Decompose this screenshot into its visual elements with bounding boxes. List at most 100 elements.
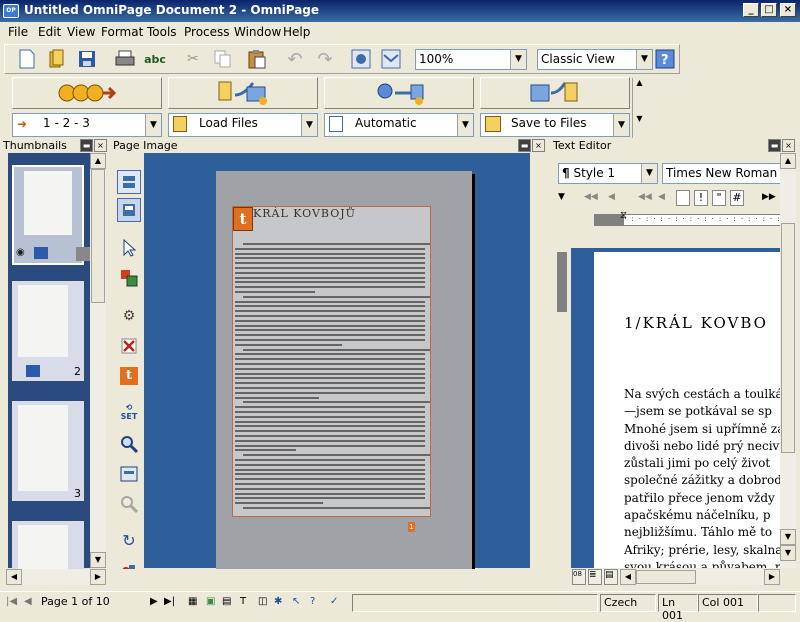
restore-icon[interactable]: ▬ bbox=[518, 139, 531, 152]
next-page-icon[interactable]: ▼ bbox=[780, 545, 796, 561]
cut-icon[interactable]: ✂ bbox=[181, 47, 205, 71]
text-layout-icon[interactable]: ▤ bbox=[222, 596, 231, 607]
chevron-down-icon[interactable]: ▼ bbox=[301, 114, 317, 136]
char-quote[interactable]: " bbox=[712, 190, 726, 206]
thumbnail-page-3[interactable]: 3 bbox=[12, 401, 84, 501]
flowing-view-icon[interactable]: ≣ bbox=[588, 569, 602, 585]
chevron-down-icon[interactable]: ▼ bbox=[145, 114, 161, 136]
restore-icon[interactable]: ▬ bbox=[80, 139, 93, 152]
chevron-down-icon[interactable]: ▼ bbox=[641, 164, 657, 183]
scroll-left-icon[interactable]: ◀ bbox=[620, 569, 636, 585]
char-hash[interactable]: # bbox=[730, 190, 744, 206]
redo-icon[interactable]: ↷ bbox=[313, 47, 337, 71]
close-button[interactable]: × bbox=[780, 3, 796, 17]
text-editor-hscroll[interactable]: 08 ≣ ▤ ◀ ▶ bbox=[572, 569, 780, 585]
thumbnail-page-2[interactable]: 2 bbox=[12, 281, 84, 381]
scroll-right-icon[interactable]: ▶ bbox=[764, 569, 780, 585]
chevron-down-icon[interactable]: ▼ bbox=[457, 114, 473, 136]
prev-char-icon[interactable]: ◀ bbox=[658, 192, 665, 202]
menu-view[interactable]: View bbox=[67, 25, 95, 39]
save-to-files-button[interactable] bbox=[480, 77, 630, 109]
scroll-down-icon[interactable]: ▼ bbox=[90, 552, 106, 568]
scroll-thumb[interactable] bbox=[781, 223, 795, 453]
text-editor-page[interactable]: 1/KRÁL KOVBO Na svých cestách a toulkách… bbox=[594, 252, 780, 568]
layout-view-icon[interactable] bbox=[117, 170, 141, 194]
menu-process[interactable]: Process bbox=[184, 25, 230, 39]
thumbnail-page-1[interactable]: ◉ bbox=[12, 165, 106, 265]
workflow-select[interactable]: ➜ 1 - 2 - 3 ▼ bbox=[12, 113, 162, 137]
rotate-icon[interactable]: ↻ bbox=[117, 528, 141, 552]
start-workflow-button[interactable] bbox=[12, 77, 162, 109]
zone-type-badge[interactable]: t bbox=[233, 207, 253, 231]
chevron-down-icon[interactable]: ▼ bbox=[613, 114, 629, 136]
image-icon[interactable]: ▣ bbox=[206, 596, 215, 607]
true-page-view-icon[interactable]: ▤ bbox=[604, 569, 618, 585]
menu-window[interactable]: Window bbox=[234, 25, 281, 39]
menu-file[interactable]: File bbox=[8, 25, 28, 39]
scroll-thumb[interactable] bbox=[636, 570, 696, 584]
pointer-icon[interactable] bbox=[117, 236, 141, 260]
zone-view-icon[interactable] bbox=[117, 198, 141, 222]
layout-icon[interactable]: ▦ bbox=[188, 596, 197, 607]
text-editor-vscroll[interactable]: ▲ ▼ ▼ bbox=[780, 153, 796, 568]
minimize-button[interactable]: _ bbox=[743, 3, 759, 17]
chevron-down-icon[interactable]: ▼ bbox=[636, 50, 652, 69]
scroll-up-icon[interactable]: ▲ bbox=[90, 153, 106, 169]
load-image-icon[interactable] bbox=[45, 47, 69, 71]
settings-gear-icon[interactable]: ⚙ bbox=[117, 304, 141, 328]
help-icon[interactable]: ? bbox=[653, 47, 677, 71]
next-page-icon[interactable]: ▶ bbox=[150, 596, 158, 607]
menu-edit[interactable]: Edit bbox=[38, 25, 61, 39]
check-icon[interactable]: ✓ bbox=[330, 596, 338, 607]
new-document-icon[interactable] bbox=[15, 47, 39, 71]
draw-zone-icon[interactable] bbox=[117, 266, 141, 290]
text-zone-icon[interactable]: t bbox=[117, 364, 141, 388]
mail-icon[interactable] bbox=[379, 47, 403, 71]
next-icon[interactable]: ▶▶ bbox=[762, 192, 776, 202]
delete-zone-icon[interactable] bbox=[117, 334, 141, 358]
zoom-icon[interactable] bbox=[117, 432, 141, 456]
first-icon[interactable]: ◀ bbox=[608, 192, 615, 202]
undo-icon[interactable]: ↶ bbox=[283, 47, 307, 71]
toolbar-scroll[interactable]: ▲ ▼ bbox=[632, 78, 646, 138]
thumbnails-hscrollbar[interactable]: ◀ ▶ bbox=[6, 569, 106, 585]
automatic-button[interactable] bbox=[324, 77, 474, 109]
load-files-button[interactable] bbox=[168, 77, 318, 109]
scroll-right-icon[interactable]: ▶ bbox=[90, 569, 106, 585]
thumbnail-page-4[interactable] bbox=[12, 521, 84, 571]
menu-format[interactable]: Format bbox=[101, 25, 143, 39]
print-icon[interactable] bbox=[113, 47, 137, 71]
copy-icon[interactable] bbox=[211, 47, 235, 71]
settings-icon[interactable]: ✱ bbox=[274, 596, 282, 607]
question-icon[interactable]: ? bbox=[310, 596, 315, 607]
last-page-icon[interactable]: ▶| bbox=[164, 596, 175, 607]
draft-view-icon[interactable]: 08 bbox=[572, 569, 586, 585]
scroll-left-icon[interactable]: ◀◀ bbox=[584, 192, 598, 202]
scroll-up-icon[interactable]: ▲ bbox=[780, 153, 796, 169]
menu-help[interactable]: Help bbox=[283, 25, 310, 39]
export-select[interactable]: Save to Files ▼ bbox=[480, 113, 630, 137]
char-slot[interactable] bbox=[676, 190, 690, 206]
view-select[interactable]: Classic View ▼ bbox=[537, 49, 653, 70]
char-exclaim[interactable]: ! bbox=[694, 190, 708, 206]
restore-icon[interactable]: ▬ bbox=[768, 139, 781, 152]
chevron-down-icon[interactable]: ▼ bbox=[510, 50, 526, 69]
scroll-left-icon[interactable]: ◀ bbox=[6, 569, 22, 585]
close-icon[interactable]: × bbox=[94, 139, 107, 152]
indent-marker-icon[interactable]: ⧖ bbox=[620, 210, 627, 221]
thumbnails-scrollbar[interactable]: ▲ ▼ bbox=[90, 153, 106, 568]
arrow-icon[interactable]: ↖ bbox=[292, 596, 300, 607]
menu-tools[interactable]: Tools bbox=[147, 25, 177, 39]
prev-icon[interactable]: ◀◀ bbox=[638, 192, 652, 202]
columns-icon[interactable]: ◫ bbox=[258, 596, 267, 607]
set-tool-icon[interactable]: ⟲ SET bbox=[117, 400, 141, 424]
text-zone[interactable]: KRÁL KOVBOJŮ bbox=[232, 206, 431, 517]
options-icon[interactable] bbox=[349, 47, 373, 71]
scroll-down-icon[interactable]: ▼ bbox=[780, 529, 796, 545]
first-page-icon[interactable]: |◀ bbox=[6, 596, 17, 607]
zoom-select[interactable]: 100% ▼ bbox=[415, 49, 527, 70]
spellcheck-icon[interactable]: abc bbox=[143, 47, 167, 71]
page-number-zone[interactable]: 1 bbox=[408, 522, 415, 532]
scroll-thumb[interactable] bbox=[91, 169, 105, 303]
maximize-button[interactable]: □ bbox=[761, 3, 777, 17]
